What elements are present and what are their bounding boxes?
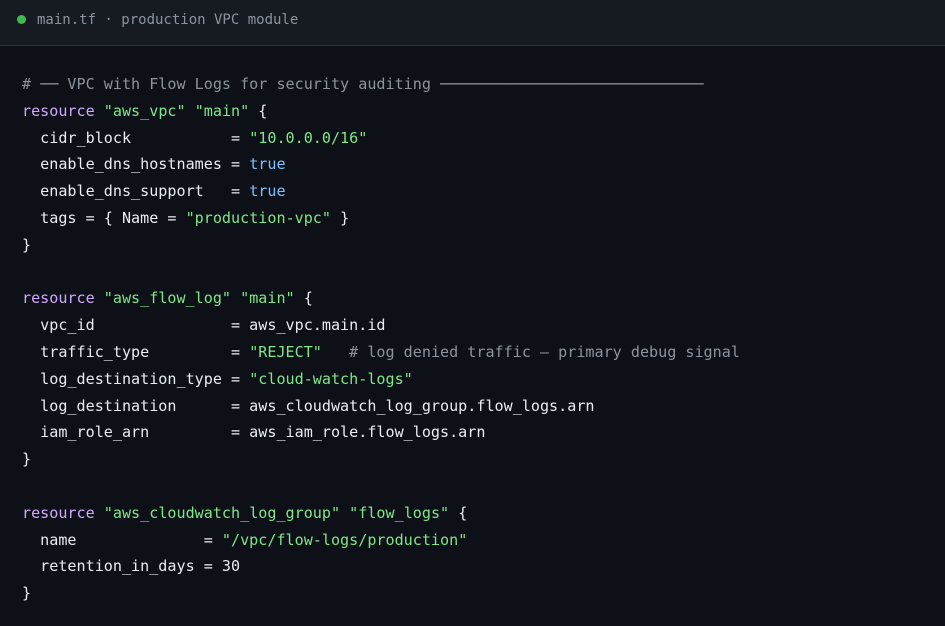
code-token: { <box>449 503 468 522</box>
code-token: } <box>22 584 32 603</box>
string-token: "aws_flow_log" <box>103 289 232 308</box>
number-token: 30 <box>221 557 241 576</box>
code-line[interactable]: cidr_block = "10.0.0.0/16" <box>22 127 922 154</box>
string-token: "main" <box>240 289 295 308</box>
code-line[interactable]: resource "aws_flow_log" "main" { <box>22 287 922 314</box>
keyword-token: resource <box>22 289 95 308</box>
string-token: "production-vpc" <box>185 208 331 227</box>
code-token: } <box>22 235 32 254</box>
code-line[interactable]: enable_dns_support = true <box>22 180 922 207</box>
code-line[interactable]: resource "aws_cloudwatch_log_group" "flo… <box>22 502 922 529</box>
boolean-token: true <box>249 182 286 201</box>
code-line[interactable]: enable_dns_hostnames = true <box>22 153 922 180</box>
string-token: "aws_vpc" <box>103 101 186 120</box>
comment-token: # log denied traffic — primary debug sig… <box>349 342 740 361</box>
code-token: cidr_block = <box>22 128 250 147</box>
keyword-token: resource <box>22 503 95 522</box>
code-line[interactable]: retention_in_days = 30 <box>22 555 922 582</box>
code-token: retention_in_days = <box>22 557 222 576</box>
string-token: "cloud-watch-logs" <box>249 369 413 388</box>
keyword-token: resource <box>22 101 95 120</box>
code-token: enable_dns_hostnames = <box>22 155 250 174</box>
code-line[interactable]: tags = { Name = "production-vpc" } <box>22 207 922 234</box>
code-token: iam_role_arn = aws_iam_role.flow_logs.ar… <box>22 423 486 442</box>
code-token: enable_dns_support = <box>22 182 250 201</box>
code-editor[interactable]: # ── VPC with Flow Logs for security aud… <box>22 73 922 609</box>
string-token: "aws_cloudwatch_log_group" <box>103 503 341 522</box>
string-token: "flow_logs" <box>349 503 450 522</box>
comment-token: # ── VPC with Flow Logs for security aud… <box>22 75 704 93</box>
code-line[interactable]: iam_role_arn = aws_iam_role.flow_logs.ar… <box>22 421 922 448</box>
code-line[interactable]: resource "aws_vpc" "main" { <box>22 100 922 127</box>
code-line[interactable]: log_destination_type = "cloud-watch-logs… <box>22 368 922 395</box>
code-line[interactable]: } <box>22 582 922 609</box>
code-line[interactable]: name = "/vpc/flow-logs/production" <box>22 529 922 556</box>
code-token: traffic_type = <box>22 342 250 361</box>
status-dot-icon <box>17 15 26 24</box>
code-token: tags = { Name = <box>22 208 186 227</box>
code-token: } <box>330 208 350 227</box>
code-token: } <box>22 450 32 469</box>
code-token: name = <box>22 530 222 549</box>
string-token: "main" <box>194 101 250 120</box>
code-line[interactable]: traffic_type = "REJECT" # log denied tra… <box>22 341 922 368</box>
code-line[interactable]: } <box>22 448 922 475</box>
code-token: log_destination_type = <box>22 369 250 388</box>
code-line[interactable] <box>22 475 922 502</box>
code-line[interactable]: } <box>22 234 922 261</box>
string-token: "10.0.0.0/16" <box>249 128 368 147</box>
boolean-token: true <box>249 155 286 174</box>
code-line[interactable]: log_destination = aws_cloudwatch_log_gro… <box>22 395 922 422</box>
string-token: "/vpc/flow-logs/production" <box>221 530 468 549</box>
code-token: { <box>249 101 268 120</box>
code-token: log_destination = aws_cloudwatch_log_gro… <box>22 396 595 415</box>
code-token: { <box>294 289 313 308</box>
code-line[interactable]: # ── VPC with Flow Logs for security aud… <box>22 73 922 100</box>
string-token: "REJECT" <box>249 342 322 361</box>
file-tab-title[interactable]: main.tf · production VPC module <box>37 11 298 29</box>
code-line[interactable] <box>22 261 922 288</box>
editor-title-bar: main.tf · production VPC module <box>0 0 945 46</box>
code-token: vpc_id = aws_vpc.main.id <box>22 316 386 335</box>
code-line[interactable]: vpc_id = aws_vpc.main.id <box>22 314 922 341</box>
